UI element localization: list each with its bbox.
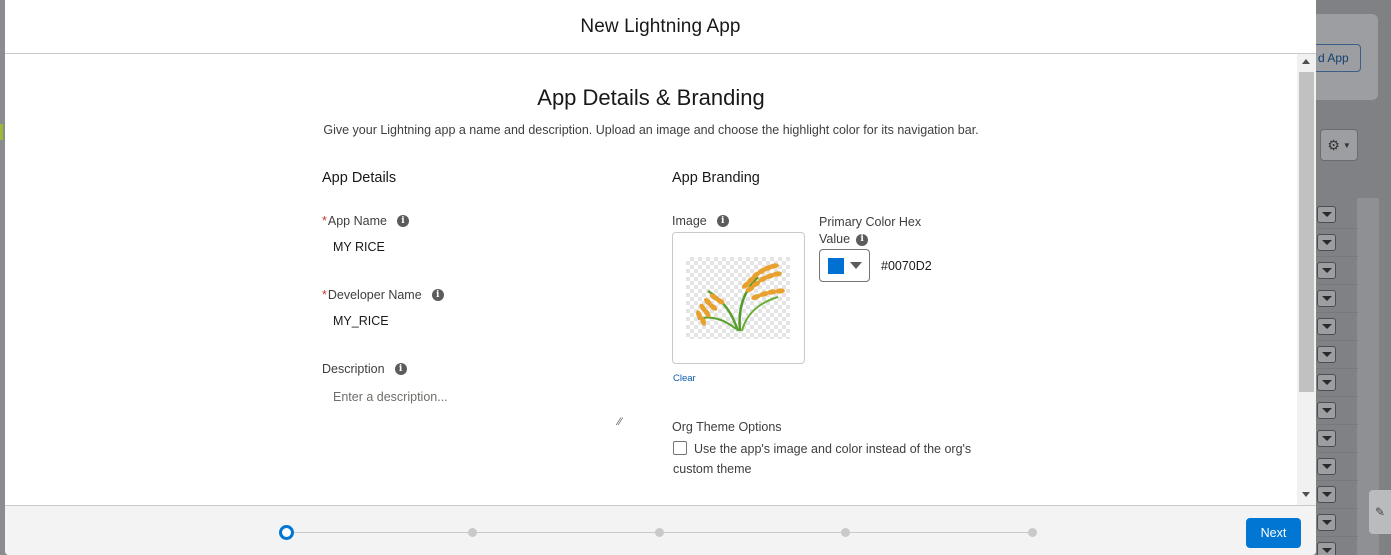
app-name-label-text: App Name	[327, 214, 387, 228]
info-icon[interactable]: i	[396, 215, 409, 227]
background-row-menu-icon	[1317, 374, 1336, 391]
next-button[interactable]: Next	[1246, 518, 1301, 548]
background-row-divider	[1316, 480, 1358, 481]
background-gear-menu: ⚙ ▼	[1320, 129, 1358, 161]
modal-title: New Lightning App	[580, 15, 741, 37]
background-row-divider	[1316, 368, 1358, 369]
background-row-menu-icon	[1317, 514, 1336, 531]
info-icon[interactable]: i	[394, 363, 407, 375]
modal-footer: Next	[5, 505, 1316, 555]
progress-step	[654, 528, 664, 537]
org-theme-heading: Org Theme Options	[672, 420, 782, 434]
background-row-menu-icon	[1317, 458, 1336, 475]
description-textarea[interactable]: Enter a description...	[333, 390, 448, 404]
background-row-divider	[1316, 508, 1358, 509]
description-label-text: Description	[322, 362, 385, 376]
app-image-upload[interactable]	[672, 232, 805, 364]
modal-body: App Details & Branding Give your Lightni…	[5, 54, 1316, 505]
image-label: Image i	[672, 214, 729, 228]
scroll-thumb[interactable]	[1299, 72, 1314, 392]
progress-step	[841, 528, 850, 537]
background-row-menu-icon	[1317, 402, 1336, 419]
primary-color-label-line2: Value	[819, 232, 851, 246]
background-row-divider	[1316, 228, 1358, 229]
primary-color-hex-input[interactable]: #0070D2	[881, 259, 932, 273]
resize-handle-icon[interactable]: ⁄⁄	[618, 416, 622, 428]
developer-name-label-text: Developer Name	[327, 288, 422, 302]
background-row-divider	[1316, 452, 1358, 453]
background-row-menu-icon	[1317, 234, 1336, 251]
background-row-divider	[1316, 284, 1358, 285]
org-theme-heading-text: Org Theme Options	[672, 420, 782, 434]
background-row-menu-icon	[1317, 318, 1336, 335]
info-icon[interactable]: i	[716, 215, 729, 227]
background-row-menu-icon	[1317, 206, 1336, 223]
rice-plant-icon	[696, 263, 785, 332]
background-row-menu-icon	[1317, 486, 1336, 503]
primary-color-label: Primary Color Hex Value i	[819, 214, 921, 248]
color-picker-button[interactable]	[819, 249, 870, 282]
scroll-down-arrow-icon[interactable]	[1302, 492, 1310, 497]
developer-name-input[interactable]: MY_RICE	[333, 314, 389, 328]
info-icon[interactable]: i	[431, 289, 444, 301]
primary-color-label-line1: Primary Color Hex	[819, 215, 922, 229]
modal-scrollbar[interactable]	[1297, 54, 1316, 505]
progress-step	[468, 528, 477, 537]
background-row-menu-icon	[1317, 542, 1336, 555]
step-subtitle: Give your Lightning app a name and descr…	[323, 123, 979, 137]
background-left-indicator	[0, 124, 3, 140]
description-label: Description i	[322, 362, 407, 376]
progress-step-current	[278, 525, 294, 540]
background-row-menu-icon	[1317, 290, 1336, 307]
background-row-divider	[1316, 396, 1358, 397]
required-indicator: *	[322, 288, 327, 302]
background-row-divider	[1316, 256, 1358, 257]
clear-image-link[interactable]: Clear	[673, 373, 696, 384]
chevron-down-icon: ▼	[1342, 140, 1351, 150]
background-row-divider	[1316, 312, 1358, 313]
background-row-menu-icon	[1317, 346, 1336, 363]
developer-name-label: *Developer Name i	[322, 288, 444, 302]
gear-icon: ⚙	[1327, 136, 1340, 153]
modal-header: New Lightning App	[5, 0, 1316, 54]
help-tab-icon: ✎	[1369, 490, 1391, 534]
app-details-heading: App Details	[322, 170, 397, 186]
app-name-label: *App Name i	[322, 214, 409, 228]
chevron-down-icon	[850, 262, 862, 269]
image-label-text: Image	[672, 214, 707, 228]
info-icon[interactable]: i	[856, 233, 869, 246]
background-row-divider	[1316, 340, 1358, 341]
app-name-input[interactable]: MY RICE	[333, 240, 385, 254]
app-image-preview	[686, 257, 790, 339]
required-indicator: *	[322, 214, 327, 228]
background-row-divider	[1316, 424, 1358, 425]
background-row-divider	[1316, 536, 1358, 537]
scroll-up-arrow-icon[interactable]	[1302, 59, 1310, 64]
color-swatch	[828, 258, 844, 274]
app-branding-heading: App Branding	[672, 170, 760, 186]
org-theme-checkbox-label: Use the app's image and color instead of…	[673, 442, 972, 476]
new-app-modal: New Lightning App App Details & Branding…	[5, 0, 1316, 555]
progress-step	[1027, 528, 1037, 537]
background-row-menu-icon	[1317, 430, 1336, 447]
background-row-menu-icon	[1317, 262, 1336, 279]
step-title: App Details & Branding	[537, 85, 765, 110]
